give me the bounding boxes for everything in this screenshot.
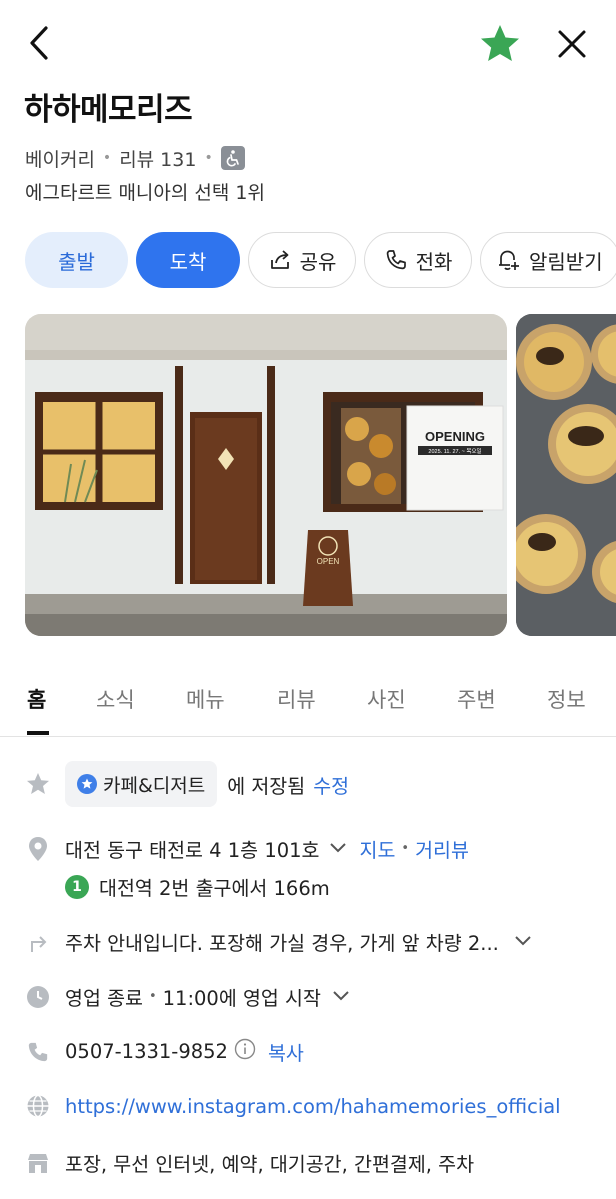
place-title: 하하메모리즈 xyxy=(24,92,193,128)
amenities-row: 포장, 무선 인터넷, 예약, 대기공간, 간편결제, 주차 xyxy=(25,1148,474,1177)
tab-bar: 홈 소식 메뉴 리뷰 사진 주변 정보 xyxy=(0,668,616,737)
opening-banner-text: OPENING xyxy=(425,429,485,444)
star-filled-icon xyxy=(481,25,519,61)
blue-star-icon xyxy=(77,774,97,794)
saved-text: 에 저장됨 xyxy=(227,774,306,798)
phone-number[interactable]: 0507-1331-9852 xyxy=(65,1040,228,1063)
notify-label: 알림받기 xyxy=(529,249,603,274)
action-bar: 출발 도착 공유 전화 알림받기 xyxy=(25,232,616,290)
tab-info[interactable]: 정보 xyxy=(547,684,586,714)
map-link[interactable]: 지도 xyxy=(360,834,396,863)
address-expand-icon[interactable] xyxy=(328,837,348,860)
station-distance-text: 대전역 2번 출구에서 166m xyxy=(99,877,330,900)
close-icon xyxy=(558,30,586,58)
address-text: 대전 동구 태전로 4 1층 101호 xyxy=(65,839,320,862)
copy-phone-link[interactable]: 복사 xyxy=(268,1037,304,1066)
separator-dot: • xyxy=(102,150,112,166)
chevron-down-icon[interactable] xyxy=(513,930,533,953)
chevron-left-icon xyxy=(30,26,48,60)
review-count-link[interactable]: 리뷰 131 xyxy=(119,145,196,172)
share-button[interactable]: 공유 xyxy=(248,232,356,288)
storefront-photo[interactable]: OPENING 2025. 11. 27. ~ 목오일 OPEN xyxy=(25,314,507,636)
tab-photos[interactable]: 사진 xyxy=(367,684,406,714)
tab-news[interactable]: 소식 xyxy=(96,684,135,714)
tab-menu[interactable]: 메뉴 xyxy=(186,684,225,714)
edit-saved-link[interactable]: 수정 xyxy=(313,770,349,799)
info-circle-icon[interactable] xyxy=(234,1038,256,1065)
amenities-text: 포장, 무선 인터넷, 예약, 대기공간, 간편결제, 주차 xyxy=(65,1153,475,1176)
back-button[interactable] xyxy=(22,24,58,62)
place-meta: 베이커리 • 리뷰 131 • xyxy=(25,144,245,172)
share-label: 공유 xyxy=(299,249,337,274)
address-row: 대전 동구 태전로 4 1층 101호 지도 • 거리뷰 xyxy=(25,834,469,863)
parking-row[interactable]: 주차 안내입니다. 포장해 가실 경우, 가게 앞 차량 2... xyxy=(25,927,533,956)
egg-tart-photo[interactable] xyxy=(516,314,616,636)
clock-icon xyxy=(25,984,51,1010)
hours-next-open: 11:00에 영업 시작 xyxy=(162,987,321,1010)
store-icon xyxy=(25,1150,51,1176)
storefront-illustration: OPENING 2025. 11. 27. ~ 목오일 OPEN xyxy=(25,314,507,636)
globe-icon xyxy=(25,1093,51,1119)
station-row: 1 대전역 2번 출구에서 166m xyxy=(65,872,330,901)
chevron-down-icon[interactable] xyxy=(331,985,351,1008)
separator-dot: • xyxy=(148,989,157,1004)
subway-line-badge: 1 xyxy=(65,874,89,899)
category-label: 베이커리 xyxy=(25,148,95,171)
favorite-button[interactable] xyxy=(478,22,522,66)
separator-dot: • xyxy=(401,841,410,856)
tab-home[interactable]: 홈 xyxy=(27,684,46,714)
opening-banner-date: 2025. 11. 27. ~ 목오일 xyxy=(428,447,481,455)
phone-icon xyxy=(386,250,406,270)
call-button[interactable]: 전화 xyxy=(364,232,472,288)
share-icon xyxy=(270,250,289,269)
hours-status: 영업 종료 xyxy=(65,987,143,1010)
location-pin-icon xyxy=(25,836,51,862)
close-button[interactable] xyxy=(552,24,592,64)
notify-button[interactable]: 알림받기 xyxy=(480,232,616,288)
website-row: https://www.instagram.com/hahamemories_o… xyxy=(25,1093,561,1119)
arrive-button[interactable]: 도착 xyxy=(136,232,240,288)
tab-nearby[interactable]: 주변 xyxy=(457,684,496,714)
active-tab-indicator xyxy=(27,731,49,735)
saved-list-chip[interactable]: 카페&디저트 xyxy=(65,761,218,807)
parking-info-text: 주차 안내입니다. 포장해 가실 경우, 가게 앞 차량 2... xyxy=(65,932,499,955)
direction-turn-icon xyxy=(25,929,51,955)
phone-icon xyxy=(25,1039,51,1065)
saved-row: 카페&디저트 에 저장됨 수정 xyxy=(25,761,349,807)
street-view-link[interactable]: 거리뷰 xyxy=(415,834,469,863)
star-outline-icon xyxy=(25,771,51,797)
tab-reviews[interactable]: 리뷰 xyxy=(277,684,316,714)
separator-dot: • xyxy=(204,150,213,166)
bell-plus-icon xyxy=(499,250,519,270)
website-link[interactable]: https://www.instagram.com/hahamemories_o… xyxy=(65,1095,561,1118)
wheelchair-icon xyxy=(220,146,245,170)
hours-row[interactable]: 영업 종료 • 11:00에 영업 시작 xyxy=(25,982,351,1011)
egg-tart-illustration xyxy=(516,314,616,636)
board-open-text: OPEN xyxy=(317,557,340,566)
phone-row: 0507-1331-9852 복사 xyxy=(25,1037,304,1066)
saved-list-label: 카페&디저트 xyxy=(103,774,206,797)
depart-button[interactable]: 출발 xyxy=(25,232,128,288)
place-tagline: 에그타르트 매니아의 선택 1위 xyxy=(25,182,265,204)
call-label: 전화 xyxy=(415,249,453,274)
